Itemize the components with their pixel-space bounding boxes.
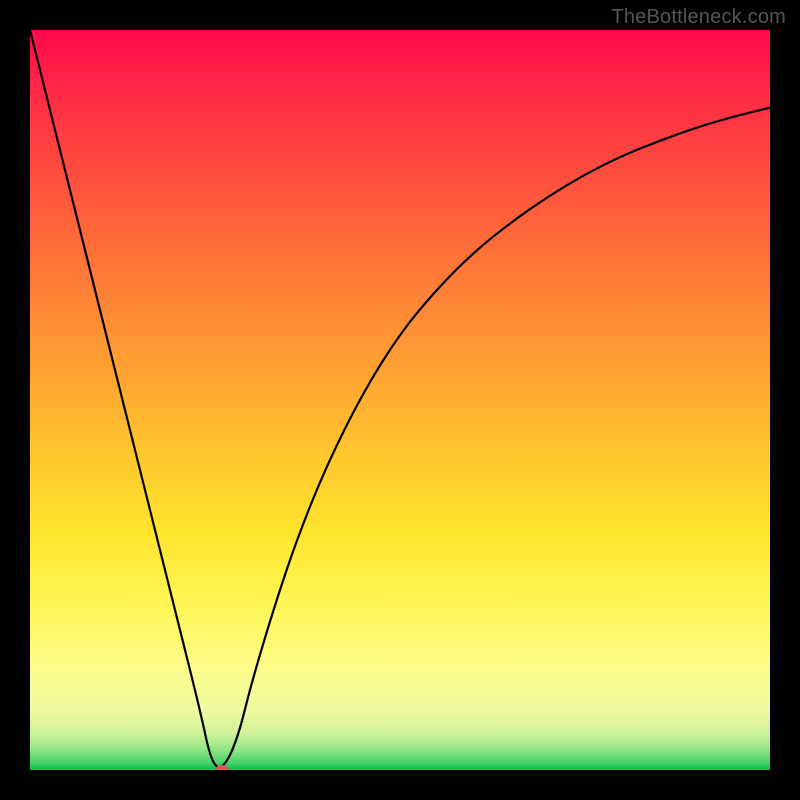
minimum-marker xyxy=(215,765,229,770)
plot-area xyxy=(30,30,770,770)
bottleneck-curve xyxy=(30,30,770,770)
chart-container: TheBottleneck.com xyxy=(0,0,800,800)
watermark-text: TheBottleneck.com xyxy=(611,6,786,29)
